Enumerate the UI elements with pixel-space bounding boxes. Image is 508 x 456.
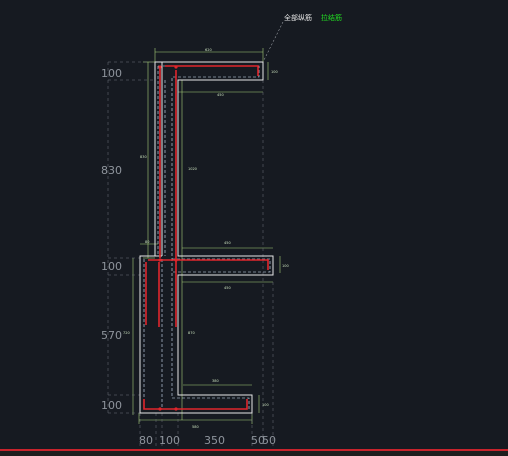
dim-left-2: 830 bbox=[101, 164, 122, 177]
dim-bottom-5: 50 bbox=[262, 434, 276, 447]
tie-lines bbox=[143, 65, 271, 410]
dim-left-4: 570 bbox=[101, 329, 122, 342]
dim-bottom-inner: 380 bbox=[212, 379, 219, 383]
dim-mid-right: 100 bbox=[282, 264, 289, 268]
dim-mid-right-top: 450 bbox=[224, 241, 231, 245]
dim-lower-left: 720 bbox=[123, 331, 130, 335]
status-bar-edge bbox=[0, 449, 508, 456]
dim-bottom-width: 580 bbox=[192, 425, 199, 429]
dim-top-inner: 450 bbox=[217, 93, 224, 97]
dim-left-vertical: 830 bbox=[140, 155, 147, 159]
dim-lower-inner: 870 bbox=[188, 331, 195, 335]
dim-mid-top: 80 bbox=[145, 240, 149, 244]
dim-left-5: 100 bbox=[101, 399, 122, 412]
extension-lines bbox=[107, 21, 284, 446]
dim-mid-right-bottom: 450 bbox=[224, 286, 231, 290]
dim-top-right: 100 bbox=[271, 70, 278, 74]
rebar-lines bbox=[143, 65, 269, 410]
cad-viewport[interactable]: 全部纵筋 拉结筋 100 830 100 570 100 80 100 350 … bbox=[0, 0, 508, 456]
dim-bottom-2: 100 bbox=[159, 434, 180, 447]
dim-top-width: 620 bbox=[205, 48, 212, 52]
section-drawing[interactable]: 全部纵筋 拉结筋 100 830 100 570 100 80 100 350 … bbox=[0, 0, 508, 456]
dim-bottom-right: 100 bbox=[262, 403, 269, 407]
annotation-label-white: 全部纵筋 bbox=[284, 13, 312, 22]
annotation-label-green: 拉结筋 bbox=[321, 13, 342, 22]
dim-bottom-3: 350 bbox=[204, 434, 225, 447]
dim-inner-vertical: 1020 bbox=[188, 167, 197, 171]
rebar-dots bbox=[158, 65, 178, 411]
dim-bottom-1: 80 bbox=[139, 434, 153, 447]
dim-left-3: 100 bbox=[101, 260, 122, 273]
dim-left-1: 100 bbox=[101, 67, 122, 80]
